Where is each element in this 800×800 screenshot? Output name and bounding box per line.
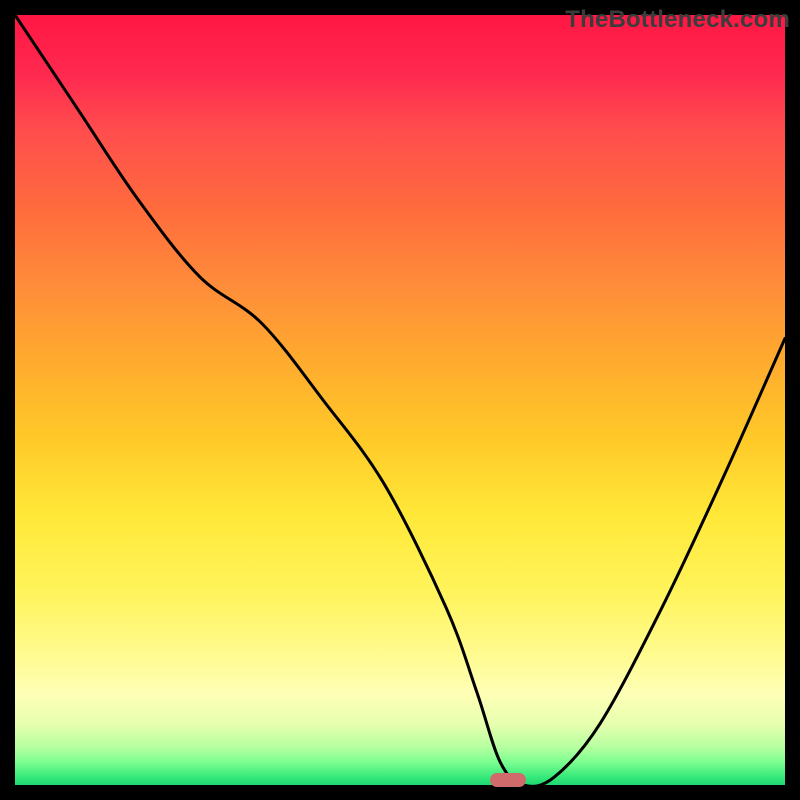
watermark-text: TheBottleneck.com <box>565 6 790 34</box>
optimal-marker <box>490 773 526 787</box>
bottleneck-curve <box>15 15 785 785</box>
chart-plot-area <box>15 15 785 785</box>
